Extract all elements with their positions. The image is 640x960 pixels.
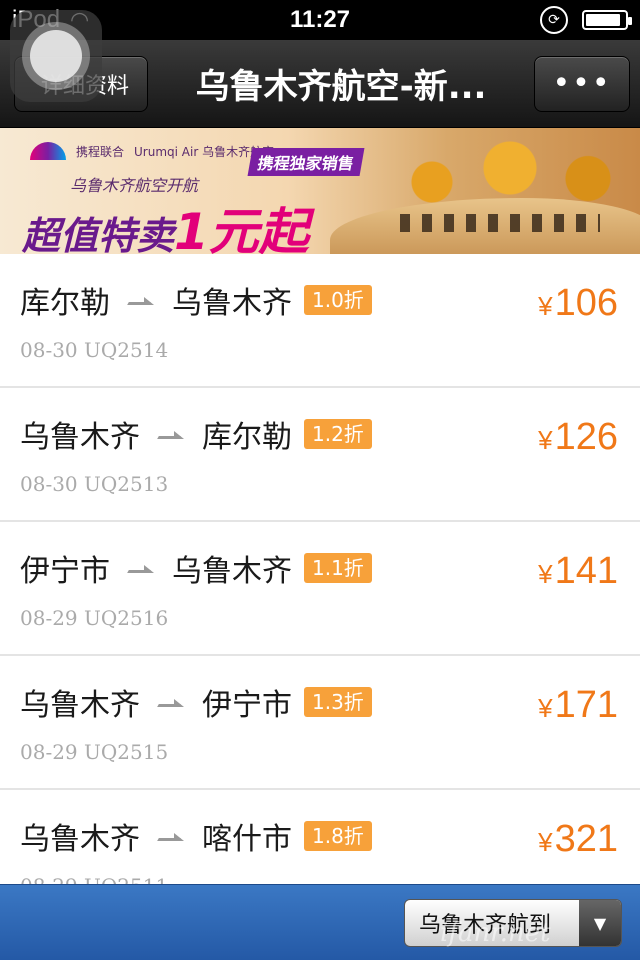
banner-exclusive-tag: 携程独家销售: [247, 148, 365, 176]
page-title: 乌鲁木齐航空-新...: [195, 67, 487, 107]
destination-city: 乌鲁木齐: [172, 554, 292, 589]
origin-city: 库尔勒: [20, 286, 110, 321]
plane-arrow-icon: [128, 293, 154, 307]
airline-select-value: 乌鲁木齐航到: [419, 913, 552, 938]
battery-icon: [582, 10, 632, 30]
assistive-touch-button[interactable]: [10, 10, 102, 102]
discount-badge: 1.2折: [304, 419, 372, 449]
more-button[interactable]: •••: [534, 55, 630, 112]
destination-city: 库尔勒: [202, 420, 292, 455]
discount-badge: 1.1折: [304, 553, 372, 583]
currency-symbol: ¥: [538, 827, 553, 857]
banner-headline-accent: 1元起: [174, 203, 309, 254]
banner-logo-text: 携程联合: [76, 144, 125, 159]
banner-headline: 超值特卖1元起: [22, 192, 309, 254]
route: 乌鲁木齐 喀什市 1.8折: [20, 814, 372, 858]
airline-logo-icon: [30, 142, 66, 160]
price: ¥171: [538, 684, 618, 727]
route: 乌鲁木齐 伊宁市 1.3折: [20, 680, 372, 724]
date-flight-number: 08-29 UQ2515: [20, 740, 169, 764]
chevron-down-icon[interactable]: ▼: [579, 900, 621, 946]
assistive-touch-core: [30, 30, 82, 82]
discount-badge: 1.3折: [304, 687, 372, 717]
date-flight-number: 08-30 UQ2514: [20, 338, 169, 362]
price: ¥126: [538, 416, 618, 459]
plane-arrow-icon: [158, 695, 184, 709]
status-right: ⟳: [540, 6, 632, 34]
airline-select[interactable]: 乌鲁木齐航到 ▼: [404, 899, 622, 947]
discount-badge: 1.0折: [304, 285, 372, 315]
price-value: 321: [554, 818, 618, 860]
flight-list: 库尔勒 乌鲁木齐 1.0折 08-30 UQ2514 ¥106 乌鲁木齐 库尔勒…: [0, 254, 640, 924]
currency-symbol: ¥: [538, 693, 553, 723]
price-value: 171: [554, 684, 618, 726]
discount-badge: 1.8折: [304, 821, 372, 851]
destination-city: 喀什市: [202, 822, 292, 857]
flight-list-item[interactable]: 乌鲁木齐 伊宁市 1.3折 08-29 UQ2515 ¥171: [0, 656, 640, 790]
price-value: 126: [554, 416, 618, 458]
price: ¥106: [538, 282, 618, 325]
origin-city: 乌鲁木齐: [20, 420, 140, 455]
currency-symbol: ¥: [538, 291, 553, 321]
route: 乌鲁木齐 库尔勒 1.2折: [20, 412, 372, 456]
flight-list-item[interactable]: 库尔勒 乌鲁木齐 1.0折 08-30 UQ2514 ¥106: [0, 254, 640, 388]
price-value: 141: [554, 550, 618, 592]
battery-fill: [586, 14, 621, 26]
plane-arrow-icon: [158, 829, 184, 843]
origin-city: 伊宁市: [20, 554, 110, 589]
price: ¥141: [538, 550, 618, 593]
promo-banner[interactable]: 携程联合 Urumqi Air 乌鲁木齐航空 携程独家销售 乌鲁木齐航空开航 超…: [0, 128, 640, 254]
origin-city: 乌鲁木齐: [20, 822, 140, 857]
price: ¥321: [538, 818, 618, 861]
bottom-toolbar: 乌鲁木齐航到 ▼: [0, 884, 640, 960]
route: 伊宁市 乌鲁木齐 1.1折: [20, 546, 372, 590]
price-value: 106: [554, 282, 618, 324]
currency-symbol: ¥: [538, 559, 553, 589]
assistive-touch-ring: [22, 22, 90, 90]
date-flight-number: 08-29 UQ2516: [20, 606, 169, 630]
route: 库尔勒 乌鲁木齐 1.0折: [20, 278, 372, 322]
plane-arrow-icon: [158, 427, 184, 441]
plane-arrow-icon: [128, 561, 154, 575]
banner-logo: 携程联合 Urumqi Air 乌鲁木齐航空: [30, 142, 274, 160]
currency-symbol: ¥: [538, 425, 553, 455]
flight-list-item[interactable]: 乌鲁木齐 库尔勒 1.2折 08-30 UQ2513 ¥126: [0, 388, 640, 522]
origin-city: 乌鲁木齐: [20, 688, 140, 723]
destination-city: 伊宁市: [202, 688, 292, 723]
camel-caravan-graphic: [400, 214, 600, 232]
destination-city: 乌鲁木齐: [172, 286, 292, 321]
rotation-lock-icon: ⟳: [540, 6, 568, 34]
banner-headline-main: 超值特卖: [22, 214, 175, 254]
flight-list-item[interactable]: 伊宁市 乌鲁木齐 1.1折 08-29 UQ2516 ¥141: [0, 522, 640, 656]
date-flight-number: 08-30 UQ2513: [20, 472, 169, 496]
